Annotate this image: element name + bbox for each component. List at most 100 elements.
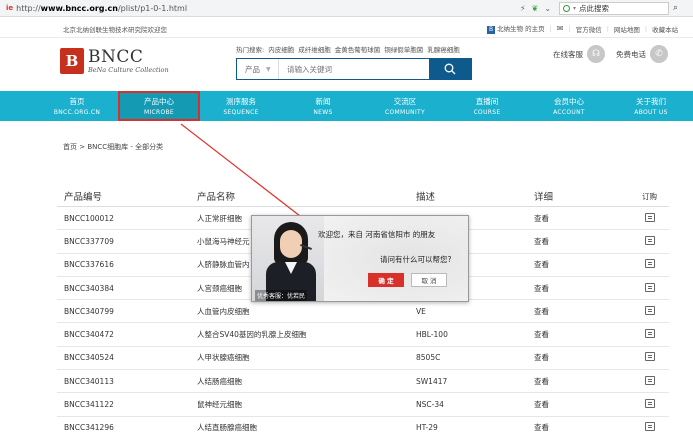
order-cell [630,235,669,247]
top-info-bar: 北京北纳创联生物技术研究院欢迎您 B 北纳生物 的主页 | ✉ | 官方微信 | … [0,18,693,38]
view-detail-link[interactable]: 查看 [534,329,630,340]
address-bar[interactable]: ie http://www.bncc.org.cn/plist/p1-0-1.h… [0,4,520,13]
browser-search-dropdown-icon[interactable]: ▾ [573,5,576,12]
chat-invite-popup: 优秀客服：优若民 欢迎您，来自 河南省信阳市 的朋友 请问有什么可以帮您? 确 … [251,215,469,302]
nav-products[interactable]: 产品中心 MICROBE [118,91,200,121]
confirm-button[interactable]: 确 定 [368,273,404,287]
url-text[interactable]: http://www.bncc.org.cn/plist/p1-0-1.html [16,4,187,13]
order-cell [630,375,669,387]
free-call-button[interactable]: 免费电话 ✆ [616,45,668,63]
view-detail-link[interactable]: 查看 [534,422,630,433]
product-desc: 8505C [416,353,441,363]
product-name-link[interactable]: 鼠神经元细胞 [197,399,416,410]
col-header-name: 产品名称 [197,192,236,203]
nav-course[interactable]: 直播间 COURSE [446,91,528,121]
col-header-detail: 详细 [534,192,554,203]
headset-icon: ☊ [587,45,605,63]
home-link[interactable]: B 北纳生物 的主页 [487,23,545,34]
product-id: BNCC337616 [64,260,114,270]
view-detail-link[interactable]: 查看 [534,259,630,270]
logo-subtitle: BeNa Culture Collection [88,65,169,74]
browser-search-placeholder: 点此搜索 [579,3,610,13]
nav-account[interactable]: 会员中心 ACCOUNT [528,91,610,121]
order-cell [630,329,669,340]
col-header-id: 产品编号 [64,192,103,203]
order-icon[interactable] [644,282,655,292]
search-button[interactable] [429,59,471,79]
product-id: BNCC337709 [64,236,114,246]
order-icon[interactable] [644,422,655,432]
product-name-link[interactable]: 人结直肠腺癌细胞 [197,422,416,433]
hot-search-item[interactable]: 成纤维细胞 [298,44,331,54]
order-icon[interactable] [644,305,655,315]
order-icon[interactable] [644,329,655,339]
view-detail-link[interactable]: 查看 [534,283,630,294]
product-name-link[interactable]: 人血管内皮细胞 [197,306,416,317]
nav-community[interactable]: 交流区 COMMUNITY [364,91,446,121]
site-logo[interactable]: B BNCC BeNa Culture Collection [60,48,169,74]
browser-search-input[interactable]: ▾ 点此搜索 [559,1,670,15]
breadcrumb[interactable]: 首页 > BNCC细胞库 - 全部分类 [63,142,163,152]
product-name-link[interactable]: 人整合SV40基因的乳腺上皮细胞 [197,329,416,340]
order-icon[interactable] [644,259,655,269]
popup-question: 请问有什么可以帮您? [380,255,452,264]
table-row: BNCC340113 人结肠癌细胞 SW1417 查看 [57,370,669,394]
order-icon[interactable] [644,399,655,409]
divider: | [549,24,552,33]
online-service-button[interactable]: 在线客服 ☊ [553,45,605,63]
order-icon[interactable] [644,212,655,222]
product-desc: SW1417 [416,376,448,386]
search-input[interactable] [279,59,429,79]
nav-home[interactable]: 首页 BNCC.ORG.CN [36,91,118,121]
product-id: BNCC340113 [64,376,114,386]
mail-icon[interactable]: ✉ [557,24,564,33]
divider: | [644,24,648,33]
main-nav: 首页 BNCC.ORG.CN 产品中心 MICROBE 测序服务 SEQUENCE 新… [0,91,693,121]
table-row: BNCC341122 鼠神经元细胞 NSC-34 查看 [57,393,669,417]
order-icon[interactable] [644,375,655,385]
order-cell [630,305,669,317]
view-detail-link[interactable]: 查看 [534,352,630,363]
sitemap-link[interactable]: 网站地图 [614,24,640,34]
hot-search-item[interactable]: 铜绿假单胞菌 [384,44,423,54]
chevron-down-icon[interactable]: ⌄ [544,4,551,13]
table-row: BNCC340799 人血管内皮细胞 VE 查看 [57,300,669,324]
popup-greeting: 欢迎您，来自 河南省信阳市 的朋友 [318,230,436,239]
search-category-select[interactable]: 产品 ▼ [237,59,279,79]
search-icon[interactable]: ⌕ [673,3,678,13]
hot-search-item[interactable]: 乳腺癌细胞 [427,44,460,54]
product-id: BNCC100012 [64,213,114,223]
order-icon[interactable] [644,235,655,245]
cancel-button[interactable]: 取 消 [411,273,447,287]
table-row: BNCC340472 人整合SV40基因的乳腺上皮细胞 HBL-100 查看 [57,323,669,347]
hot-search-item[interactable]: 金黄色葡萄球菌 [335,44,381,54]
product-desc: HBL-100 [416,330,448,340]
wechat-link[interactable]: 官方微信 [576,24,602,34]
order-icon[interactable] [644,352,655,362]
bookmark-link[interactable]: 收藏本站 [652,24,678,34]
lightning-icon[interactable]: ⚡ [520,4,526,13]
view-detail-link[interactable]: 查看 [534,213,630,224]
product-desc: HT-29 [416,423,438,433]
view-detail-link[interactable]: 查看 [534,376,630,387]
free-call-label: 免费电话 [616,49,646,59]
view-detail-link[interactable]: 查看 [534,306,630,317]
nav-news[interactable]: 新闻 NEWS [282,91,364,121]
product-name-link[interactable]: 人甲状腺癌细胞 [197,352,416,363]
nav-sequence[interactable]: 测序服务 SEQUENCE [200,91,282,121]
company-welcome: 北京北纳创联生物技术研究院欢迎您 [63,26,167,34]
hot-search-item[interactable]: 内皮细胞 [268,44,294,54]
product-id: BNCC341296 [64,423,114,433]
product-id: BNCC340524 [64,353,114,363]
view-detail-link[interactable]: 查看 [534,399,630,410]
site-search: 产品 ▼ [236,58,472,80]
product-id: BNCC341122 [64,400,114,410]
product-name-link[interactable]: 人结肠癌细胞 [197,376,416,387]
bncc-logo-icon: B [60,48,84,74]
leaf-icon[interactable]: ❦ [532,4,539,13]
hot-search-label: 热门搜索: [236,46,265,54]
browser-toolbar: ie http://www.bncc.org.cn/plist/p1-0-1.h… [0,0,693,17]
nav-about[interactable]: 关于我们 ABOUT US [610,91,692,121]
view-detail-link[interactable]: 查看 [534,236,630,247]
chevron-down-icon: ▼ [266,65,271,73]
